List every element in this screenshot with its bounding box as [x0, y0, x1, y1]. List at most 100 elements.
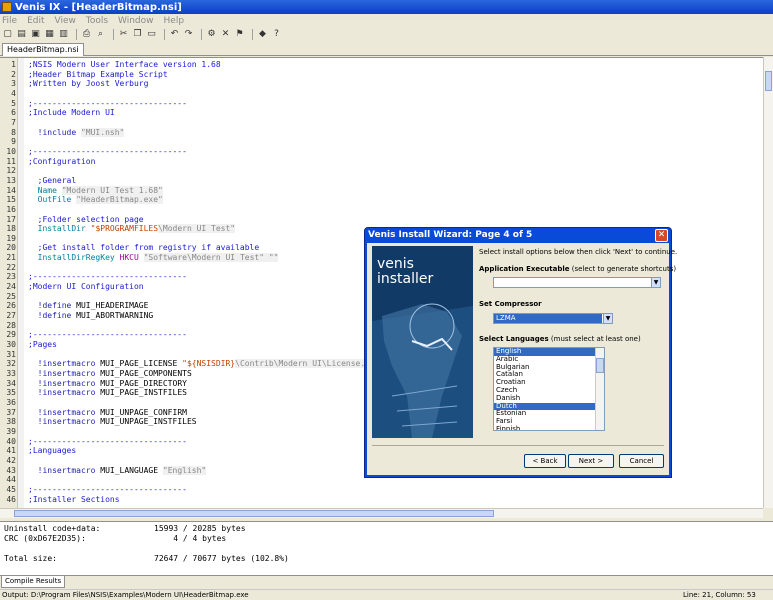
code-line[interactable]: 4 [0, 89, 763, 99]
line-number: 14 [6, 185, 16, 195]
code-line[interactable]: 11 ;Configuration [0, 157, 763, 167]
line-number: 10 [6, 146, 16, 156]
languages-hint: (must select at least one) [550, 335, 641, 343]
code-text: !include "MUI.nsh" [16, 127, 125, 138]
print-icon[interactable]: ⎙ [81, 29, 92, 40]
app-exe-combo[interactable]: ▼ [493, 277, 661, 288]
code-line[interactable]: 7 [0, 118, 763, 128]
menu-window[interactable]: Window [118, 16, 154, 26]
code-line[interactable]: 9 [0, 137, 763, 147]
redo-icon[interactable]: ↷ [183, 29, 194, 40]
code-text: !define MUI_HEADERIMAGE [16, 301, 149, 311]
listbox-scrollbar[interactable] [595, 348, 604, 430]
chevron-down-icon[interactable]: ▼ [651, 278, 660, 287]
menu-edit[interactable]: Edit [27, 16, 44, 26]
code-line[interactable]: 13 ;General [0, 176, 763, 186]
stop-compile-icon[interactable]: ✕ [220, 29, 231, 40]
languages-listbox[interactable]: English Arabic Bulgarian Catalan Croatian Cze… [493, 347, 605, 431]
code-line[interactable]: 6 ;Include Modern UI [0, 108, 763, 118]
cut-icon[interactable]: ✂ [118, 29, 129, 40]
code-token: MUI_HEADERIMAGE [76, 301, 149, 311]
undo-icon[interactable]: ↶ [169, 29, 180, 40]
code-token: ;-------------------------------- [28, 272, 187, 282]
tab-compile-results[interactable]: Compile Results [1, 576, 66, 588]
line-number: 39 [6, 426, 16, 436]
code-line[interactable]: 15 OutFile "HeaderBitmap.exe" [0, 195, 763, 205]
compile-output-panel[interactable]: Uninstall code+data: 15993 / 20285 bytes C… [0, 521, 773, 576]
code-token: ;Header Bitmap Example Script [28, 69, 168, 79]
close-icon[interactable]: ✕ [655, 229, 668, 242]
line-number: 26 [6, 301, 16, 311]
menu-tools[interactable]: Tools [86, 16, 108, 26]
line-number: 32 [6, 359, 16, 369]
line-number: 30 [6, 340, 16, 350]
output-label: Total size: [4, 554, 57, 563]
code-line[interactable]: 8 !include "MUI.nsh" [0, 127, 763, 138]
status-output-path: Output: D:\Program Files\NSIS\Examples\M… [2, 591, 249, 599]
new-file-icon[interactable]: ▢ [2, 29, 13, 40]
next-button[interactable]: Next > [568, 454, 614, 468]
dialog-title-bar[interactable]: Venis Install Wizard: Page 4 of 5 ✕ [365, 228, 671, 243]
save-all-icon[interactable]: ▦ [44, 29, 55, 40]
output-value: 72647 / 70677 bytes (102.8%) [154, 554, 289, 563]
print-preview-icon[interactable]: ⌕ [95, 29, 106, 40]
back-button[interactable]: < Back [524, 454, 566, 468]
output-line: Total size: 72647 / 70677 bytes (102.8%) [4, 554, 769, 564]
menu-view[interactable]: View [55, 16, 76, 26]
code-token: ;NSIS Modern User Interface version 1.68 [28, 60, 221, 69]
editor-vertical-scrollbar[interactable] [763, 57, 773, 508]
line-number: 6 [11, 108, 16, 118]
code-text: ;-------------------------------- [16, 485, 187, 495]
code-line[interactable]: 12 [0, 166, 763, 176]
code-line[interactable]: 46 ;Installer Sections [0, 495, 763, 505]
scrollbar-thumb[interactable] [765, 71, 772, 91]
cancel-button[interactable]: Cancel [619, 454, 664, 468]
menu-file[interactable]: File [2, 16, 17, 26]
code-text: !insertmacro MUI_LANGUAGE "English" [16, 465, 207, 476]
code-text: !insertmacro MUI_PAGE_LICENSE "${NSISDIR… [16, 359, 366, 369]
language-option[interactable]: Finnish [494, 425, 595, 430]
code-text: ;-------------------------------- [16, 147, 187, 157]
chevron-down-icon[interactable]: ▼ [603, 314, 612, 323]
code-line[interactable]: 14 Name "Modern UI Test 1.68" [0, 185, 763, 196]
scrollbar-thumb[interactable] [596, 358, 604, 373]
line-number: 29 [6, 330, 16, 340]
code-token: !insertmacro [28, 388, 101, 398]
compile-icon[interactable]: ⚙ [206, 29, 217, 40]
paste-icon[interactable]: ▭ [146, 29, 157, 40]
menu-help[interactable]: Help [164, 16, 185, 26]
code-text: ;NSIS Modern User Interface version 1.68 [16, 60, 221, 70]
compressor-select[interactable]: LZMA ▼ [493, 313, 613, 324]
code-token: OutFile [28, 195, 77, 205]
save-icon[interactable]: ▣ [30, 29, 41, 40]
dialog-title: Venis Install Wizard: Page 4 of 5 [368, 230, 533, 240]
open-folder-icon[interactable]: ▤ [16, 29, 27, 40]
tab-headerbitmap[interactable]: HeaderBitmap.nsi [2, 43, 84, 56]
code-line[interactable]: 5 ;-------------------------------- [0, 99, 763, 109]
copy-icon[interactable]: ❐ [132, 29, 143, 40]
code-line[interactable]: 3 ;Written by Joost Verburg [0, 79, 763, 89]
scrollbar-thumb[interactable] [14, 510, 494, 517]
code-line[interactable]: 17 ;Folder selection page [0, 215, 763, 225]
code-token: MUI_PAGE_COMPONENTS [100, 369, 192, 378]
code-line[interactable]: 1 ;NSIS Modern User Interface version 1.6… [0, 60, 763, 70]
close-file-icon[interactable]: ▥ [58, 29, 69, 40]
code-line[interactable]: 16 [0, 205, 763, 215]
code-line[interactable]: 2 ;Header Bitmap Example Script [0, 70, 763, 80]
window-title-bar[interactable]: Venis IX - [HeaderBitmap.nsi] [0, 0, 773, 14]
code-line[interactable]: 45 ;-------------------------------- [0, 485, 763, 495]
help-icon[interactable]: ? [271, 29, 282, 40]
line-number: 16 [6, 204, 16, 214]
code-line[interactable]: 10 ;-------------------------------- [0, 147, 763, 157]
code-text: ;-------------------------------- [16, 437, 187, 447]
wizard-icon[interactable]: ◆ [257, 29, 268, 40]
editor-horizontal-scrollbar[interactable] [0, 508, 763, 518]
run-icon[interactable]: ⚑ [234, 29, 245, 40]
code-token: Name [28, 185, 62, 195]
status-cursor-position: Line: 21, Column: 53 [683, 591, 756, 599]
